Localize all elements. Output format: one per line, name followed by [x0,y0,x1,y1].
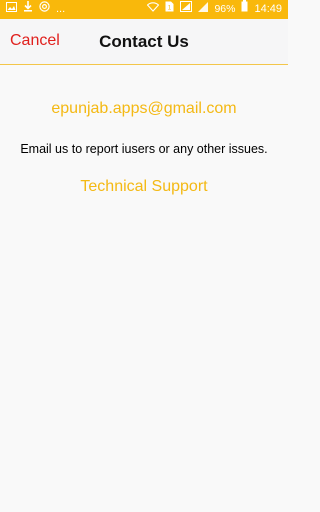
content-area: epunjab.apps@gmail.com Email us to repor… [0,65,288,512]
signal-bars-icon [198,0,209,19]
email-link[interactable]: epunjab.apps@gmail.com [0,100,288,118]
battery-percentage: 96% [214,3,236,15]
download-icon [23,0,33,19]
status-bar: ... 1 96% 14:49 [0,0,288,19]
status-left: ... [6,0,65,19]
more-notifications-indicator: ... [56,3,66,15]
at-icon [39,0,50,19]
status-time: 14:49 [254,3,282,15]
wifi-icon [147,0,160,19]
technical-support-link[interactable]: Technical Support [0,178,288,196]
image-icon [6,0,17,19]
status-right: 1 96% 14:49 [147,0,282,19]
battery-icon [241,0,248,19]
info-text: Email us to report iusers or any other i… [20,142,268,156]
page-title: Contact Us [99,32,189,51]
navigation-bar: Cancel Contact Us [0,19,288,65]
sim-icon: 1 [165,0,174,19]
signal-icon [180,0,193,19]
